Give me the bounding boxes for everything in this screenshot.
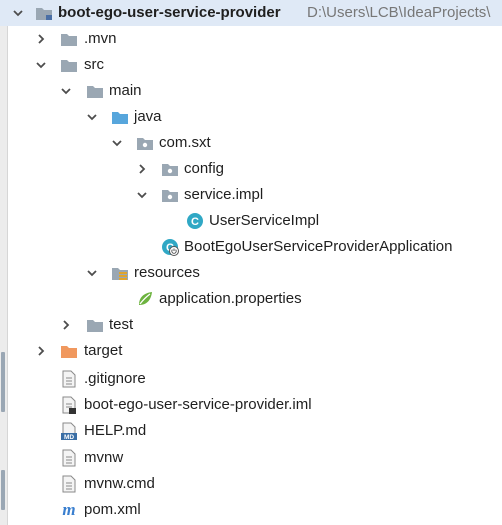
tree-row-resources[interactable]: resources <box>0 260 502 286</box>
package-icon <box>161 160 179 178</box>
chevron-down-icon[interactable] <box>136 189 148 201</box>
svg-text:C: C <box>191 216 199 228</box>
tree-item-label: HELP.md <box>84 422 147 439</box>
tree-item-label: src <box>84 56 104 73</box>
folder-icon <box>86 316 104 334</box>
tree-item-label: target <box>84 342 123 359</box>
class-icon: C <box>186 212 204 230</box>
chevron-down-icon[interactable] <box>35 59 47 71</box>
tree-item-label: mvnw <box>84 449 124 466</box>
tree-item-label: mvnw.cmd <box>84 475 155 492</box>
markdown-file-icon: MD <box>60 422 78 440</box>
folder-icon <box>60 56 78 74</box>
tree-item-label: .mvn <box>84 30 117 47</box>
spring-properties-icon <box>136 290 154 308</box>
tree-row-com-sxt[interactable]: com.sxt <box>0 130 502 156</box>
tree-item-label: test <box>109 316 134 333</box>
tree-item-label: main <box>109 82 142 99</box>
maven-icon: m <box>60 501 78 519</box>
text-file-icon <box>60 370 78 388</box>
tree-row-application-class[interactable]: C BootEgoUserServiceProviderApplication <box>0 234 502 260</box>
tree-item-label: pom.xml <box>84 501 141 518</box>
tree-item-label: application.properties <box>159 290 302 307</box>
tree-row-mvnw[interactable]: mvnw <box>0 445 502 471</box>
chevron-right-icon[interactable] <box>136 163 148 175</box>
tree-row-config[interactable]: config <box>0 156 502 182</box>
resources-folder-icon <box>111 264 129 282</box>
chevron-down-icon[interactable] <box>12 7 24 19</box>
svg-text:MD: MD <box>64 434 74 440</box>
tree-row-userserviceimpl[interactable]: C UserServiceImpl <box>0 208 502 234</box>
tree-row-java[interactable]: java <box>0 104 502 130</box>
text-file-icon <box>60 449 78 467</box>
chevron-down-icon[interactable] <box>60 85 72 97</box>
tree-row-root[interactable]: boot-ego-user-service-provider D:\Users\… <box>0 0 502 26</box>
tree-item-label: service.impl <box>184 186 264 203</box>
chevron-right-icon[interactable] <box>35 33 47 45</box>
tree-row-test[interactable]: test <box>0 312 502 338</box>
tree-row-mvnw-cmd[interactable]: mvnw.cmd <box>0 471 502 497</box>
tree-item-label: .gitignore <box>84 370 146 387</box>
tree-row-target[interactable]: target <box>0 338 502 364</box>
iml-file-icon <box>60 396 78 414</box>
tree-row-mvn[interactable]: .mvn <box>0 26 502 52</box>
project-tree: boot-ego-user-service-provider D:\Users\… <box>0 0 502 525</box>
tree-item-label: boot-ego-user-service-provider.iml <box>84 396 312 413</box>
tree-row-gitignore[interactable]: .gitignore <box>0 366 502 392</box>
tree-row-pom-xml[interactable]: m pom.xml <box>0 497 502 523</box>
tree-row-iml[interactable]: boot-ego-user-service-provider.iml <box>0 392 502 418</box>
chevron-down-icon[interactable] <box>86 111 98 123</box>
tree-row-service-impl[interactable]: service.impl <box>0 182 502 208</box>
spring-boot-class-icon: C <box>161 238 179 256</box>
tree-item-label: config <box>184 160 225 177</box>
folder-icon <box>86 82 104 100</box>
tree-item-label: java <box>134 108 162 125</box>
text-file-icon <box>60 475 78 493</box>
package-icon <box>161 186 179 204</box>
svg-text:m: m <box>62 501 75 519</box>
tree-item-label: BootEgoUserServiceProviderApplication <box>184 238 453 255</box>
module-folder-icon <box>35 4 53 22</box>
source-folder-icon <box>111 108 129 126</box>
tree-row-main[interactable]: main <box>0 78 502 104</box>
package-icon <box>136 134 154 152</box>
folder-icon <box>60 30 78 48</box>
tree-row-help-md[interactable]: MD HELP.md <box>0 418 502 444</box>
chevron-down-icon[interactable] <box>111 137 123 149</box>
excluded-folder-icon <box>60 342 78 360</box>
tree-row-application-properties[interactable]: application.properties <box>0 286 502 312</box>
tree-item-label: com.sxt <box>159 134 211 151</box>
tree-item-label: UserServiceImpl <box>209 212 320 229</box>
chevron-right-icon[interactable] <box>60 319 72 331</box>
chevron-right-icon[interactable] <box>35 345 47 357</box>
tree-item-label: resources <box>134 264 200 281</box>
tree-row-src[interactable]: src <box>0 52 502 78</box>
root-project-name: boot-ego-user-service-provider <box>58 4 281 21</box>
chevron-down-icon[interactable] <box>86 267 98 279</box>
root-project-path: D:\Users\LCB\IdeaProjects\ <box>307 4 491 21</box>
